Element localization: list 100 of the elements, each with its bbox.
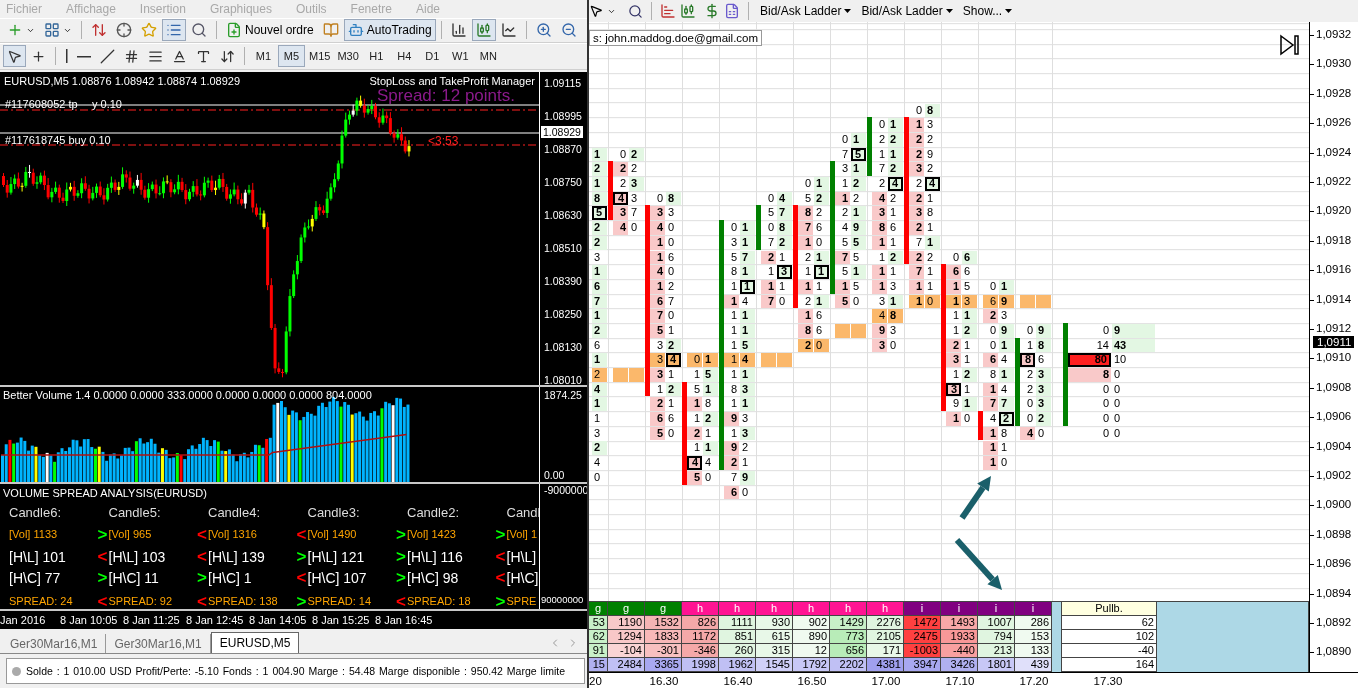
volume-cell: 1	[888, 294, 903, 309]
timeframe-button[interactable]: M15	[306, 45, 334, 68]
volume-cell: 7	[909, 265, 924, 279]
column-header: i	[978, 602, 1015, 616]
candlestick-icon[interactable]	[680, 3, 696, 19]
timeframe-button[interactable]: D1	[418, 45, 446, 68]
new-order-button[interactable]: Nouvel ordre	[222, 19, 318, 42]
timeframe-button[interactable]: M1	[250, 45, 277, 68]
table-icon[interactable]	[724, 3, 740, 19]
trend-sign: >	[197, 569, 208, 587]
volume-cell: 1	[814, 250, 829, 265]
volume-cell: 2	[798, 338, 813, 353]
text-label-icon	[196, 48, 211, 64]
range-value: [H\L] 139	[208, 548, 265, 565]
volume-cell: 6	[650, 294, 665, 309]
volume-cell: 8	[777, 221, 792, 235]
volume-cell: 7	[798, 221, 813, 235]
volume-cell-text: 4	[840, 221, 849, 235]
timeframe-button[interactable]: H4	[390, 45, 418, 68]
volume-cell: 2	[909, 250, 924, 265]
volume-cell: 1	[851, 265, 866, 279]
status-icon	[12, 666, 21, 676]
volume-cell: 2	[592, 235, 607, 250]
volume-cell: 1	[798, 235, 813, 250]
volume-cell-text: 0	[618, 147, 627, 162]
volume-cell-text: 0	[667, 309, 676, 323]
volume-cell-text: 8	[1000, 426, 1009, 441]
volume-cell-text: 5	[963, 279, 972, 294]
timeframe-button[interactable]: H1	[362, 45, 390, 68]
volume-cell: 1	[592, 353, 607, 367]
pointer-icon[interactable]	[589, 4, 603, 18]
volume-cell: 4	[592, 382, 607, 397]
trend-sign: <	[197, 548, 208, 566]
timeframe-button[interactable]: W1	[446, 45, 474, 68]
column-header: i	[941, 602, 978, 616]
volume-cell-text: 0	[988, 279, 997, 294]
trend-sign: <	[296, 569, 308, 587]
volume-cell: 1	[703, 441, 718, 456]
volume-cell-text: 0	[988, 323, 997, 338]
table-cell: 3947	[904, 658, 941, 672]
volume-cell: 2	[983, 309, 998, 323]
volume-cell-text: 8	[926, 206, 935, 221]
volume-cell: 7	[983, 397, 998, 412]
volume-cell-text: 3	[593, 250, 602, 265]
trend-sign: >	[396, 548, 407, 566]
trend-sign: <	[296, 525, 308, 543]
ladder-menu[interactable]: Show...	[959, 4, 1016, 18]
list-button[interactable]	[162, 19, 186, 42]
volume-cell-text: 3	[630, 191, 639, 206]
timeframe-button[interactable]: MN	[474, 45, 502, 68]
volume-cell: 1	[872, 235, 887, 250]
table-cell: 2484	[608, 658, 645, 672]
time-label: 17.10	[944, 674, 976, 687]
chart-tab[interactable]: Ger30Mar16,M1	[2, 634, 107, 654]
ladder-menu[interactable]: Bid/Ask Ladder	[858, 4, 956, 18]
ladder-menu[interactable]: Bid/Ask Ladder	[757, 4, 855, 18]
volume-cell-text: 0	[803, 177, 812, 191]
volume-cell: 3	[650, 206, 665, 221]
volume-cell: 5	[851, 235, 866, 250]
caret-icon	[945, 9, 953, 13]
price-label: 1,0910	[1316, 351, 1352, 364]
volume-cell: 4	[687, 456, 702, 470]
table-cell: 2276	[867, 616, 904, 630]
time-label: 20	[589, 674, 603, 687]
order-label: #117608052 tp	[5, 97, 78, 110]
search-icon[interactable]	[628, 3, 643, 19]
timeframe-button[interactable]: M30	[334, 45, 362, 68]
dollar-icon[interactable]	[704, 3, 720, 19]
volume-cell-text: 2	[840, 206, 849, 221]
skip-to-end-icon[interactable]	[1279, 34, 1301, 56]
volume-cell: 0	[925, 294, 940, 309]
volume-cell: 7	[761, 294, 776, 309]
table-cell: 153	[1015, 630, 1052, 644]
candlestick-chart-button[interactable]	[471, 19, 496, 42]
volume-cell: 1	[814, 265, 829, 279]
cursor-button[interactable]	[3, 45, 26, 68]
volume-cell: 1	[592, 177, 607, 191]
volume-cell-text: 6	[667, 412, 676, 426]
bar-chart-icon[interactable]	[660, 3, 676, 19]
chart-tab[interactable]: Ger30Mar16,M1	[106, 634, 211, 654]
volume-cell-text: 0	[1037, 426, 1046, 441]
volume-cell-text: 6	[1037, 353, 1046, 367]
timeframe-button[interactable]: M5	[278, 45, 305, 68]
horizontal-line-icon	[77, 54, 91, 58]
volume-cell-text: 0	[840, 133, 849, 147]
vol-value: [Vol] 1133	[9, 528, 58, 541]
volume-cell-text: 2	[926, 133, 935, 147]
volume-cell-text: 1	[926, 265, 935, 279]
candle-title: Candle5:	[108, 504, 161, 520]
volume-cell: 7	[650, 309, 665, 323]
volume-cell-text: 1	[692, 441, 701, 456]
range-value: [H\C] 98	[407, 569, 459, 586]
table-cell: -40	[1062, 644, 1157, 658]
volume-cell: 2	[888, 133, 903, 147]
robot-button[interactable]: AutoTrading	[343, 19, 436, 42]
volume-cell: 4	[740, 353, 755, 367]
volume-cell: 4	[666, 353, 681, 367]
chart-tab[interactable]: EURUSD,M5	[210, 632, 300, 654]
volume-cell: 2	[946, 338, 961, 353]
volume-cell-text: 0	[655, 191, 664, 206]
